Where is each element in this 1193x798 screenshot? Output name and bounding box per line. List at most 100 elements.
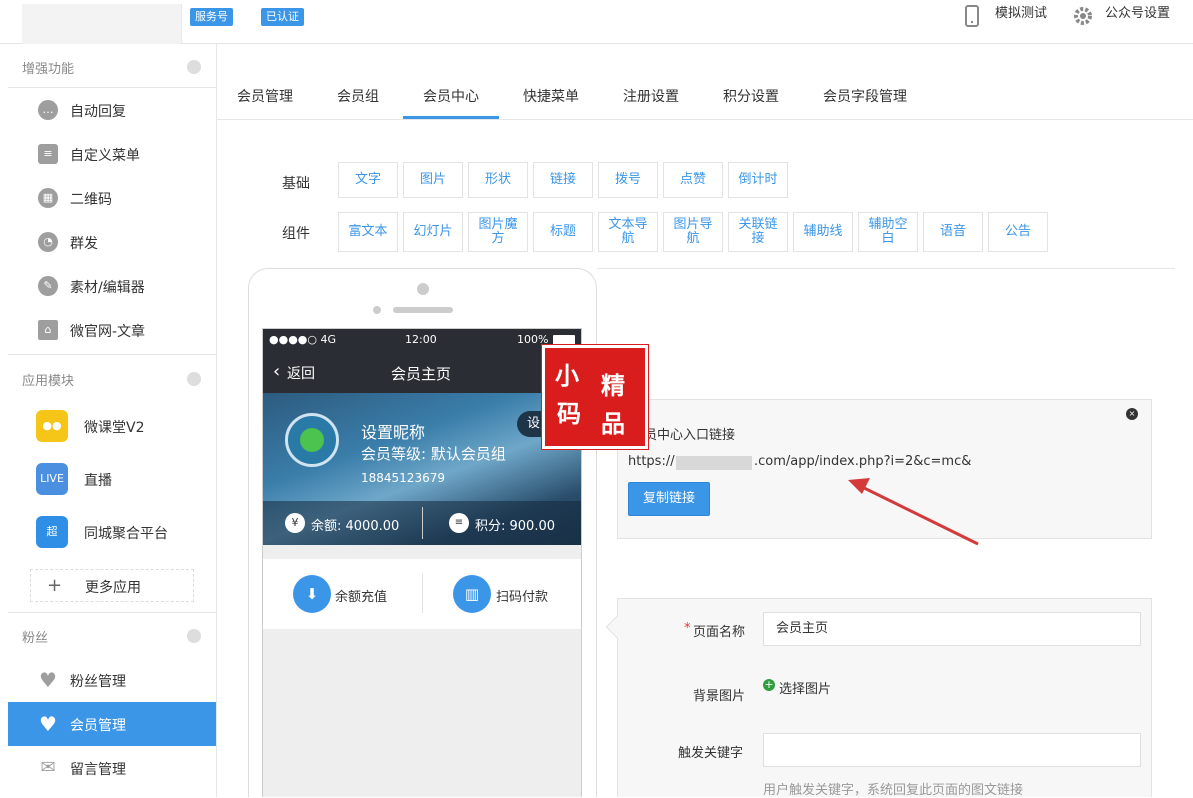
trigger-keyword-input[interactable] (763, 733, 1141, 767)
widget-guide-line-button[interactable]: 辅助线 (793, 212, 853, 252)
live-app-icon: LIVE (36, 463, 68, 495)
copy-link-button[interactable]: 复制链接 (628, 482, 710, 516)
top-bar: 服务号 已认证 模拟测试 公众号设置 (0, 0, 1193, 44)
widget-richtext-button[interactable]: 富文本 (338, 212, 398, 252)
page-name-label: 页面名称 (693, 625, 746, 640)
money-bag-icon[interactable]: ⬇ (293, 575, 331, 613)
plus-circle-icon[interactable]: + (763, 679, 775, 691)
widget-slideshow-button[interactable]: 幻灯片 (403, 212, 463, 252)
sidebar-item-qrcode[interactable]: ▦ 二维码 (8, 176, 216, 220)
widget-image-nav-button[interactable]: 图片导航 (663, 212, 723, 252)
choose-image-link[interactable]: 选择图片 (779, 678, 831, 697)
nickname[interactable]: 设置昵称 (361, 419, 425, 443)
balance[interactable]: 余额: 4000.00 (311, 515, 399, 534)
yen-icon: ¥ (285, 513, 305, 533)
scan-pay-link[interactable]: 扫码付款 (496, 586, 548, 605)
broadcast-icon: ◔ (38, 232, 58, 252)
widget-voice-button[interactable]: 语音 (923, 212, 983, 252)
divider (597, 268, 1175, 269)
sidebar-item-message-management[interactable]: ✉ 留言管理 (8, 746, 216, 790)
account-avatar[interactable] (22, 4, 182, 44)
divider (8, 612, 216, 613)
required-marker: * (684, 621, 691, 636)
sidebar-item-label: 直播 (84, 473, 112, 489)
component-row-label: 组件 (282, 226, 310, 242)
sidebar-item-member-management[interactable]: ♥ 会员管理 (8, 702, 216, 746)
avatar (285, 413, 339, 467)
sidebar-item-fans-management[interactable]: ♥ 粉丝管理 (8, 658, 216, 702)
tab-quick-menu[interactable]: 快捷菜单 (523, 86, 579, 106)
widget-blank-space-button[interactable]: 辅助空白 (858, 212, 918, 252)
collapse-toggle-fans[interactable] (187, 629, 201, 643)
widget-countdown-button[interactable]: 倒计时 (728, 162, 788, 198)
sidebar-item-broadcast[interactable]: ◔ 群发 (8, 220, 216, 264)
watermark-char: 码 (557, 399, 581, 428)
widget-related-link-button[interactable]: 关联链接 (728, 212, 788, 252)
widget-like-button[interactable]: 点赞 (663, 162, 723, 198)
tab-member-fields[interactable]: 会员字段管理 (823, 86, 907, 106)
sidebar-item-micro-class[interactable]: ●● 微课堂V2 (8, 404, 216, 448)
page-name-input[interactable]: 会员主页 (763, 612, 1141, 646)
chevron-left-icon[interactable]: ‹ (273, 361, 280, 382)
tab-member-group[interactable]: 会员组 (337, 86, 379, 106)
collapse-toggle-apps[interactable] (187, 372, 201, 386)
widget-dial-button[interactable]: 拨号 (598, 162, 658, 198)
watermark-char: 精 (601, 371, 625, 400)
redacted-domain (676, 456, 752, 470)
recharge-link[interactable]: 余额充值 (335, 586, 387, 605)
close-icon[interactable]: × (1126, 408, 1138, 420)
sidebar-item-label: 同城聚合平台 (84, 526, 168, 542)
mail-icon: ✉ (40, 757, 56, 778)
widget-link-button[interactable]: 链接 (533, 162, 593, 198)
account-settings-button[interactable] (1073, 6, 1093, 26)
entry-link-title: 员中心入口链接 (644, 428, 736, 443)
simulate-test-button[interactable] (964, 5, 984, 29)
widget-image-button[interactable]: 图片 (403, 162, 463, 198)
section-title-apps: 应用模块 (22, 374, 75, 389)
simulate-test-label[interactable]: 模拟测试 (995, 6, 1047, 22)
panel-pointer (605, 615, 629, 639)
widget-notice-button[interactable]: 公告 (988, 212, 1048, 252)
collapse-toggle-enhanced[interactable] (187, 60, 201, 74)
owl-app-icon: ●● (36, 410, 68, 442)
widget-shape-button[interactable]: 形状 (468, 162, 528, 198)
sidebar-item-website-article[interactable]: ⌂ 微官网-文章 (8, 308, 216, 352)
sidebar-item-label: 会员管理 (70, 718, 126, 734)
service-account-badge: 服务号 (190, 8, 233, 26)
barcode-icon[interactable]: ▥ (453, 575, 491, 613)
menu-doc-icon: ≡ (38, 144, 58, 164)
points[interactable]: 积分: 900.00 (475, 515, 555, 534)
widget-text-button[interactable]: 文字 (338, 162, 398, 198)
phone-sensor (373, 306, 381, 314)
tab-member-center[interactable]: 会员中心 (423, 86, 479, 106)
sidebar-item-material-editor[interactable]: ✎ 素材/编辑器 (8, 264, 216, 308)
sidebar-item-live[interactable]: LIVE 直播 (8, 457, 216, 501)
back-link[interactable]: 返回 (287, 363, 315, 383)
background-image-label: 背景图片 (693, 689, 746, 704)
plus-icon: + (47, 575, 63, 596)
account-settings-label[interactable]: 公众号设置 (1105, 6, 1170, 22)
widget-title-button[interactable]: 标题 (533, 212, 593, 252)
sidebar-item-custom-menu[interactable]: ≡ 自定义菜单 (8, 132, 216, 176)
tab-register-settings[interactable]: 注册设置 (623, 86, 679, 106)
more-apps-button[interactable]: + 更多应用 (30, 569, 194, 602)
phone-page-title: 会员主页 (391, 365, 452, 383)
quick-actions: ⬇ 余额充值 ▥ 扫码付款 (263, 559, 581, 629)
phone-icon (965, 5, 979, 27)
tab-member-management[interactable]: 会员管理 (237, 86, 293, 106)
basic-row-label: 基础 (282, 176, 310, 192)
status-time: 12:00 (405, 333, 437, 346)
trigger-keyword-hint: 用户触发关键字，系统回复此页面的图文链接 (763, 783, 1024, 798)
widget-text-nav-button[interactable]: 文本导航 (598, 212, 658, 252)
sidebar-item-city-platform[interactable]: 超同城聚合平台 (8, 510, 216, 554)
widget-image-cube-button[interactable]: 图片魔方 (468, 212, 528, 252)
chat-icon: … (38, 100, 58, 120)
sidebar-item-auto-reply[interactable]: … 自动回复 (8, 88, 216, 132)
phone-status-bar: ●●●●○ 4G 12:00 100% (263, 329, 581, 351)
sidebar: 增强功能 … 自动回复 ≡ 自定义菜单 ▦ 二维码 ◔ 群发 ✎ 素材/编辑器 ⌂ 微官网-… (0, 44, 217, 797)
sidebar-item-label: 微官网-文章 (70, 324, 146, 340)
sidebar-item-label: 自动回复 (70, 104, 126, 120)
phone-camera (417, 283, 429, 295)
tab-points-settings[interactable]: 积分设置 (723, 86, 779, 106)
city-app-icon: 超 (36, 516, 68, 548)
